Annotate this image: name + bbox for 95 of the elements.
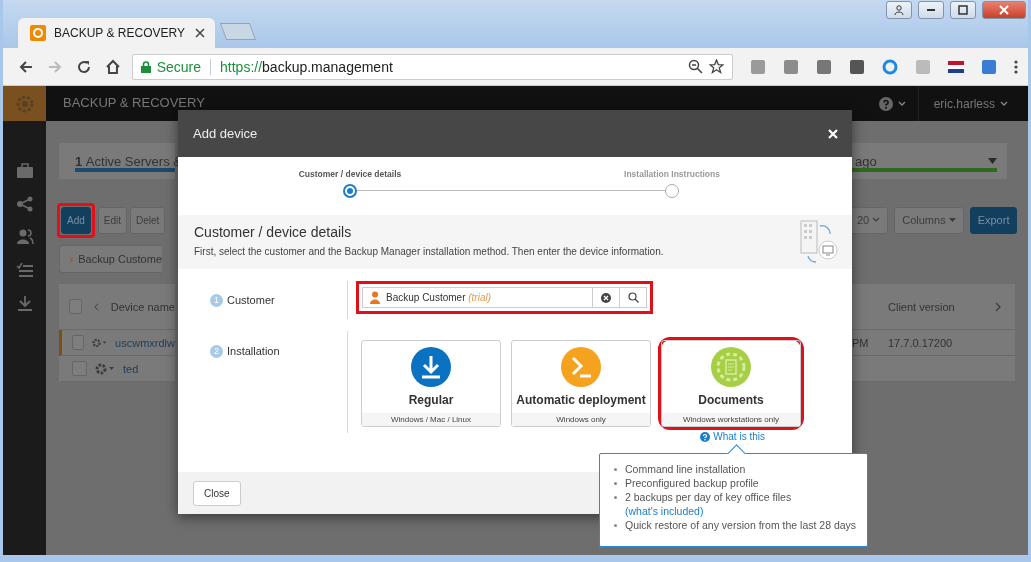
zoom-icon[interactable] [688,59,703,74]
gear-logo-icon [30,25,46,41]
tooltip-item: Preconfigured backup profile [625,476,760,490]
user-icon [894,5,904,15]
chevron-down-icon [872,217,881,223]
gear-document-icon [711,347,751,387]
toolbar-button[interactable]: Add [61,206,91,234]
step-indicator[interactable] [343,184,357,198]
option-subtitle: Windows only [512,413,650,426]
tab-title: BACKUP & RECOVERY [54,26,186,40]
maximize-button[interactable] [950,1,976,19]
chevron-down-icon [1000,100,1008,107]
close-button[interactable]: Close [193,480,241,506]
tooltip-item: 2 backups per day of key office files (what's included) [625,490,793,518]
app-title: BACKUP & RECOVERY [63,96,205,109]
device-name-link[interactable]: ted [123,362,139,375]
option-subtitle: Windows / Mac / Linux [362,413,500,426]
toolbar-button[interactable]: Edit [97,206,128,234]
star-icon[interactable] [709,59,724,74]
close-icon [999,5,1009,15]
dialog-title: Add device [193,126,258,141]
step-indicator[interactable] [665,184,679,198]
field-label: Customer [227,294,275,306]
caret-icon[interactable] [988,158,997,164]
step-label: Installation Instructions [624,169,720,179]
checkbox[interactable] [72,361,87,376]
chevron-right-icon[interactable] [995,301,1001,312]
close-button[interactable] [982,1,1026,19]
briefcase-icon[interactable] [15,163,34,179]
option-title: Regular [408,393,454,407]
device-name-link[interactable]: uscwmxrdlw [115,336,175,349]
search-button[interactable] [620,287,647,308]
extension-icon[interactable] [849,58,865,75]
secure-label: Secure [156,58,202,75]
checklist-icon[interactable] [15,262,34,278]
gear-icon[interactable] [91,336,108,349]
maximize-icon [958,5,968,15]
caret-icon [948,218,956,222]
gear-icon[interactable] [95,362,115,375]
table-cell: 17.7.0.17200 [888,336,953,349]
installation-option-card[interactable]: Automatic deployment Windows only [511,340,651,427]
option-title: Automatic deployment [516,393,646,407]
what-is-this-link[interactable]: What is this [700,431,765,442]
lock-icon [140,60,151,73]
section-description: First, select the customer and the Backup Manager installation method. Then enter the device information. [194,246,665,257]
browser-tab[interactable]: BACKUP & RECOVERY [18,18,215,48]
chevron-down-icon [897,100,906,107]
chevron-left-icon[interactable] [93,301,99,312]
address-bar[interactable]: Secure https://backup.management [131,53,733,80]
clear-button[interactable] [593,287,620,308]
toolbar-button[interactable]: Delet [130,206,166,234]
minimize-button[interactable] [918,1,944,19]
column-header[interactable]: Client version [888,300,955,313]
checkbox[interactable] [72,335,84,350]
table-cell-text: PM [852,336,870,349]
user-button[interactable] [886,1,912,19]
tab-card[interactable]: ago [849,143,1007,179]
help-icon [878,96,893,111]
option-subtitle: Windows workstations only [662,413,800,426]
customer-field[interactable]: Backup Customer (trial) [362,287,593,308]
users-icon[interactable] [15,229,34,245]
tooltip-item: Command line installation [625,462,747,476]
option-title: Documents [698,393,764,407]
extension-icon[interactable] [948,58,964,75]
customer-filter-chip[interactable]: Backup Custome [59,245,162,273]
checkbox[interactable] [69,299,82,314]
person-icon [370,291,380,304]
terminal-prompt-icon [561,347,601,387]
url-text: https://backup.management [220,58,393,75]
clear-icon [601,292,611,303]
installation-option-card[interactable]: Documents Windows workstations only [661,340,801,427]
whats-included-link[interactable]: (what's included) [625,505,704,517]
close-icon[interactable] [195,28,205,38]
step-label: Customer / device details [298,169,402,179]
toolbar-button[interactable]: Export [969,206,1018,234]
reload-icon[interactable] [75,58,92,75]
home-icon[interactable] [104,58,121,75]
download-icon [411,347,451,387]
step-number-badge: 1 [210,293,223,307]
download-icon[interactable] [15,295,34,311]
field-label: Installation [227,345,280,357]
help-icon [700,431,711,442]
toolbar-button[interactable]: Columns [894,206,964,234]
menu-icon[interactable] [1014,58,1018,75]
section-heading: Customer / device details [194,224,353,240]
minimize-icon [927,9,935,11]
column-header[interactable]: Device name [110,300,175,313]
tooltip-item: Quick restore of any version from the last 28 days [625,518,858,532]
building-computer-icon [800,220,838,264]
installation-option-card[interactable]: Regular Windows / Mac / Linux [361,340,501,427]
gear-icon [14,93,35,114]
step-number-badge: 2 [210,344,223,358]
tab-label: ago [855,153,877,169]
search-icon [627,292,639,303]
share-icon[interactable] [15,196,34,212]
